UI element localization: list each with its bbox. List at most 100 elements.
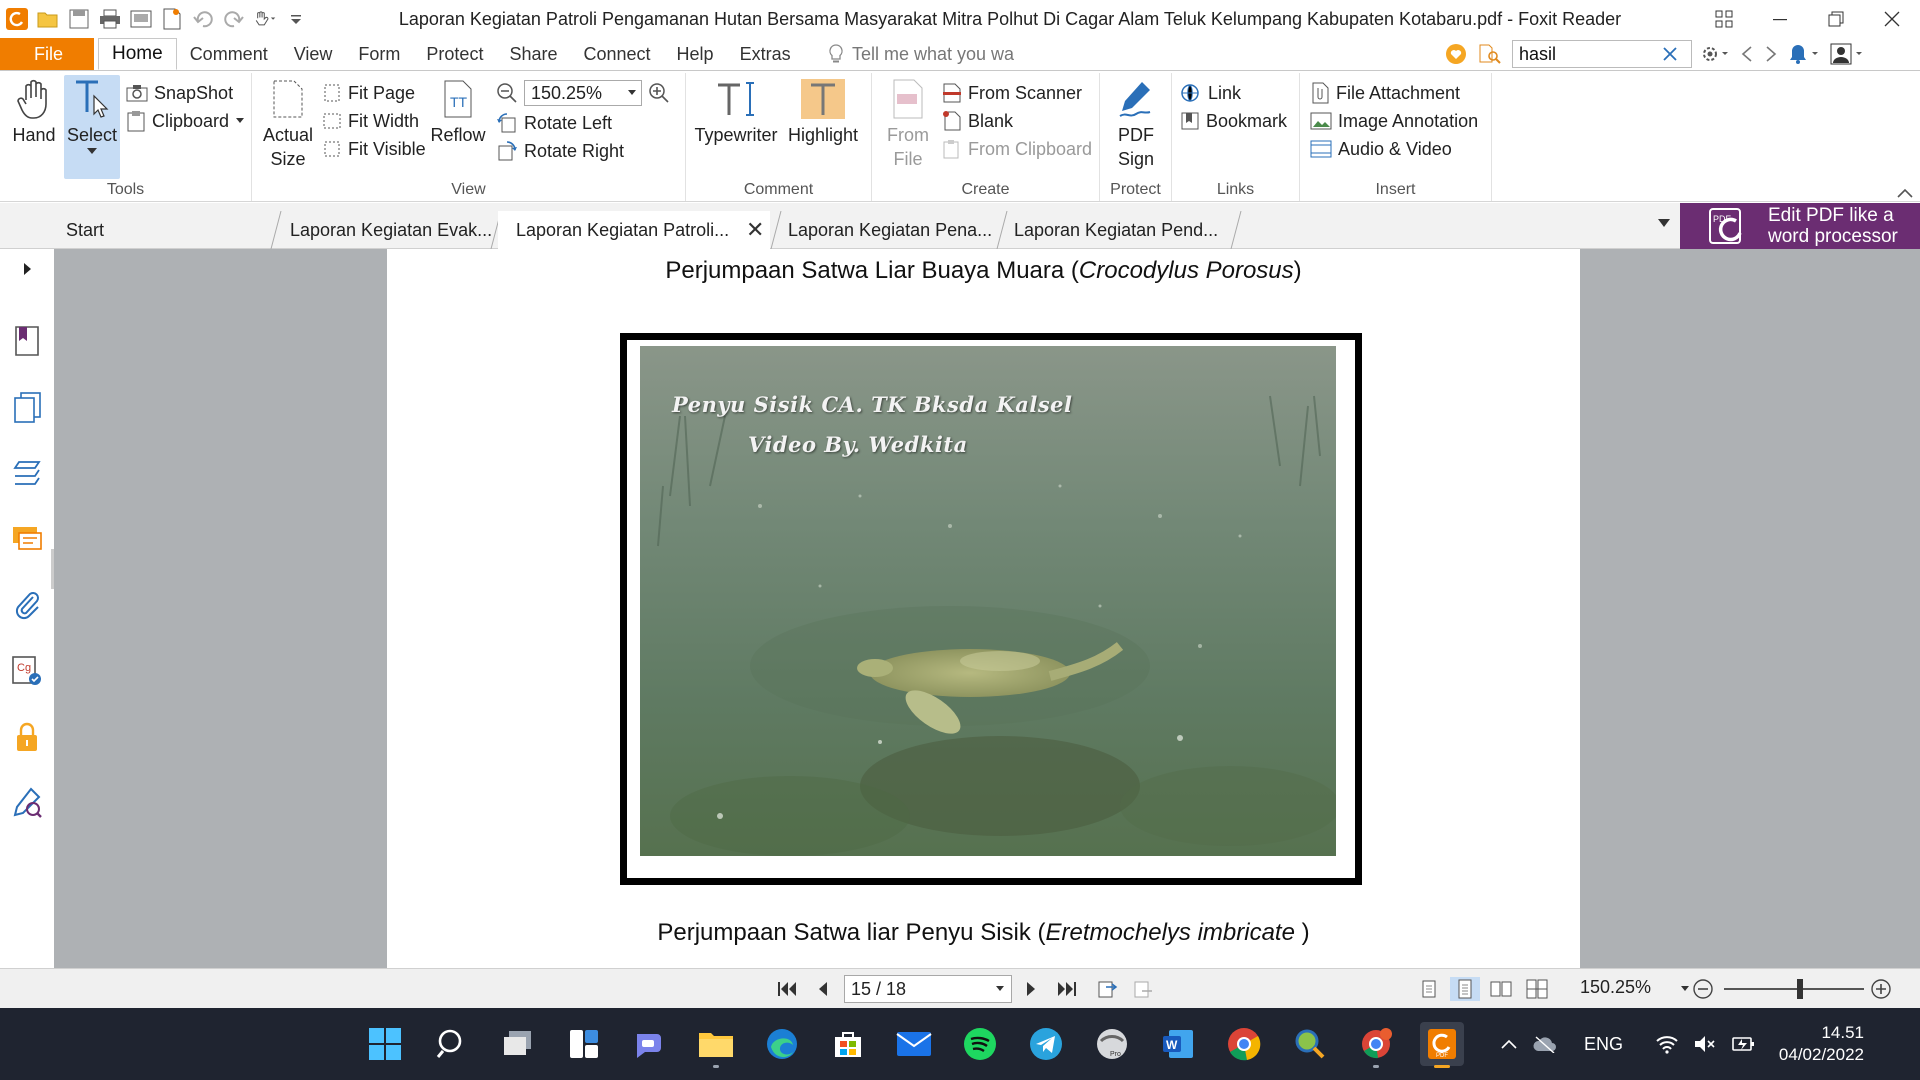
pro-app-icon[interactable]: Pro xyxy=(1090,1022,1134,1066)
fit-width-button[interactable]: Fit Width xyxy=(322,107,419,135)
next-result-icon[interactable] xyxy=(1764,45,1778,63)
bookmarks-panel-icon[interactable] xyxy=(9,323,45,359)
edge-browser-icon[interactable] xyxy=(760,1022,804,1066)
redo-icon[interactable] xyxy=(223,8,245,30)
fit-page-button[interactable]: Fit Page xyxy=(322,79,415,107)
input-language[interactable]: ENG xyxy=(1584,1034,1623,1055)
doc-tab-evakuasi[interactable]: Laporan Kegiatan Evak... xyxy=(272,211,492,249)
highlight-button[interactable]: Highlight xyxy=(784,75,862,147)
word-icon[interactable]: W xyxy=(1156,1022,1200,1066)
zoom-out-icon[interactable] xyxy=(496,82,518,104)
widgets-icon[interactable] xyxy=(562,1022,606,1066)
actual-size-button[interactable]: Actual Size xyxy=(260,75,316,171)
tab-share[interactable]: Share xyxy=(496,38,570,70)
open-folder-icon[interactable] xyxy=(37,8,59,30)
microsoft-store-icon[interactable] xyxy=(826,1022,870,1066)
edit-pdf-ad-banner[interactable]: PDF Edit PDF like a word processor xyxy=(1680,203,1920,249)
from-scanner-button[interactable]: From Scanner xyxy=(942,79,1082,107)
next-view-icon[interactable] xyxy=(1130,977,1156,1001)
previous-page-icon[interactable] xyxy=(810,977,836,1001)
minimize-icon[interactable] xyxy=(1752,0,1808,38)
expand-panel-icon[interactable] xyxy=(9,259,45,279)
pdf-sign-button[interactable]: PDF Sign xyxy=(1108,75,1164,171)
select-button[interactable]: Select xyxy=(64,75,120,179)
notification-bell-icon[interactable] xyxy=(1788,43,1820,65)
account-icon[interactable] xyxy=(1830,43,1864,65)
tab-home[interactable]: Home xyxy=(98,38,177,70)
status-zoom-out-icon[interactable] xyxy=(1690,977,1716,1001)
tab-list-dropdown-icon[interactable] xyxy=(1657,218,1671,228)
ribbon-display-icon[interactable] xyxy=(1696,0,1752,38)
audio-video-button[interactable]: Audio & Video xyxy=(1310,135,1452,163)
tab-extras[interactable]: Extras xyxy=(727,38,804,70)
search-doc-icon[interactable] xyxy=(1478,43,1502,65)
content-panel-icon[interactable] xyxy=(9,785,45,821)
rotate-left-button[interactable]: Rotate Left xyxy=(496,109,612,137)
fit-visible-button[interactable]: Fit Visible xyxy=(322,135,426,163)
heart-icon[interactable] xyxy=(1444,43,1468,65)
close-window-icon[interactable] xyxy=(1864,0,1920,38)
customize-qat-icon[interactable] xyxy=(285,8,307,30)
tab-help[interactable]: Help xyxy=(664,38,727,70)
doc-tab-patroli-active[interactable]: Laporan Kegiatan Patroli... xyxy=(498,211,770,249)
next-page-icon[interactable] xyxy=(1018,977,1044,1001)
collapse-ribbon-icon[interactable] xyxy=(1896,187,1914,199)
tab-connect[interactable]: Connect xyxy=(571,38,664,70)
attachments-panel-icon[interactable] xyxy=(9,587,45,623)
tab-protect[interactable]: Protect xyxy=(413,38,496,70)
clear-search-icon[interactable] xyxy=(1662,46,1678,62)
file-explorer-icon[interactable] xyxy=(694,1022,738,1068)
hand-tool-dropdown-icon[interactable] xyxy=(254,8,276,30)
continuous-page-icon[interactable] xyxy=(1450,977,1480,1001)
print-icon[interactable] xyxy=(99,8,121,30)
spotify-icon[interactable] xyxy=(958,1022,1002,1066)
single-page-icon[interactable] xyxy=(1416,977,1442,1001)
tell-me-box[interactable]: Tell me what you wa xyxy=(828,38,1014,70)
blank-button[interactable]: Blank xyxy=(942,107,1013,135)
volume-muted-icon[interactable] xyxy=(1693,1034,1717,1054)
start-menu-icon[interactable] xyxy=(363,1022,407,1066)
onedrive-cloud-icon[interactable] xyxy=(1532,1035,1558,1053)
file-attachment-button[interactable]: File Attachment xyxy=(1310,79,1460,107)
settings-gear-icon[interactable] xyxy=(1700,44,1730,64)
prev-result-icon[interactable] xyxy=(1740,45,1754,63)
rotate-right-button[interactable]: Rotate Right xyxy=(496,137,624,165)
mail-icon[interactable] xyxy=(892,1022,936,1066)
foxit-reader-taskbar-icon[interactable]: PDF xyxy=(1420,1022,1464,1068)
undo-icon[interactable] xyxy=(192,8,214,30)
from-file-button[interactable]: From File xyxy=(880,75,936,171)
bookmark-button[interactable]: Bookmark xyxy=(1180,107,1287,135)
magnifier-app-icon[interactable] xyxy=(1288,1022,1332,1066)
status-zoom-value[interactable]: 150.25% xyxy=(1580,977,1651,998)
hand-button[interactable]: Hand xyxy=(8,75,60,147)
search-taskbar-icon[interactable] xyxy=(430,1022,474,1066)
tab-view[interactable]: View xyxy=(281,38,346,70)
show-hidden-icons[interactable] xyxy=(1500,1038,1518,1050)
zoom-combo[interactable]: 150.25% xyxy=(524,80,642,106)
tab-form[interactable]: Form xyxy=(345,38,413,70)
zoom-slider-track[interactable] xyxy=(1724,988,1864,990)
screen-icon[interactable] xyxy=(130,8,152,30)
clipboard-button[interactable]: Clipboard xyxy=(126,107,245,135)
file-menu[interactable]: File xyxy=(0,38,94,70)
telegram-icon[interactable] xyxy=(1024,1022,1068,1066)
system-clock[interactable]: 14.51 04/02/2022 xyxy=(1740,1022,1864,1066)
save-icon[interactable] xyxy=(68,8,90,30)
teams-chat-icon[interactable] xyxy=(628,1022,672,1066)
zoom-slider-thumb[interactable] xyxy=(1797,979,1803,999)
wifi-icon[interactable] xyxy=(1655,1034,1679,1054)
restore-icon[interactable] xyxy=(1808,0,1864,38)
snapshot-button[interactable]: SnapShot xyxy=(126,79,233,107)
typewriter-button[interactable]: Typewriter xyxy=(694,75,778,147)
zoom-in-icon[interactable] xyxy=(648,82,670,104)
chrome-icon[interactable] xyxy=(1222,1022,1266,1066)
doc-tab-pendataan[interactable]: Laporan Kegiatan Pend... xyxy=(996,211,1230,249)
reflow-button[interactable]: TT Reflow xyxy=(430,75,486,147)
comments-panel-icon[interactable] xyxy=(9,521,45,557)
last-page-icon[interactable] xyxy=(1054,977,1080,1001)
previous-view-icon[interactable] xyxy=(1094,977,1120,1001)
doc-tab-start[interactable]: Start xyxy=(48,211,276,249)
image-annotation-button[interactable]: Image Annotation xyxy=(1310,107,1478,135)
status-zoom-in-icon[interactable] xyxy=(1868,977,1894,1001)
task-view-icon[interactable] xyxy=(496,1022,540,1066)
